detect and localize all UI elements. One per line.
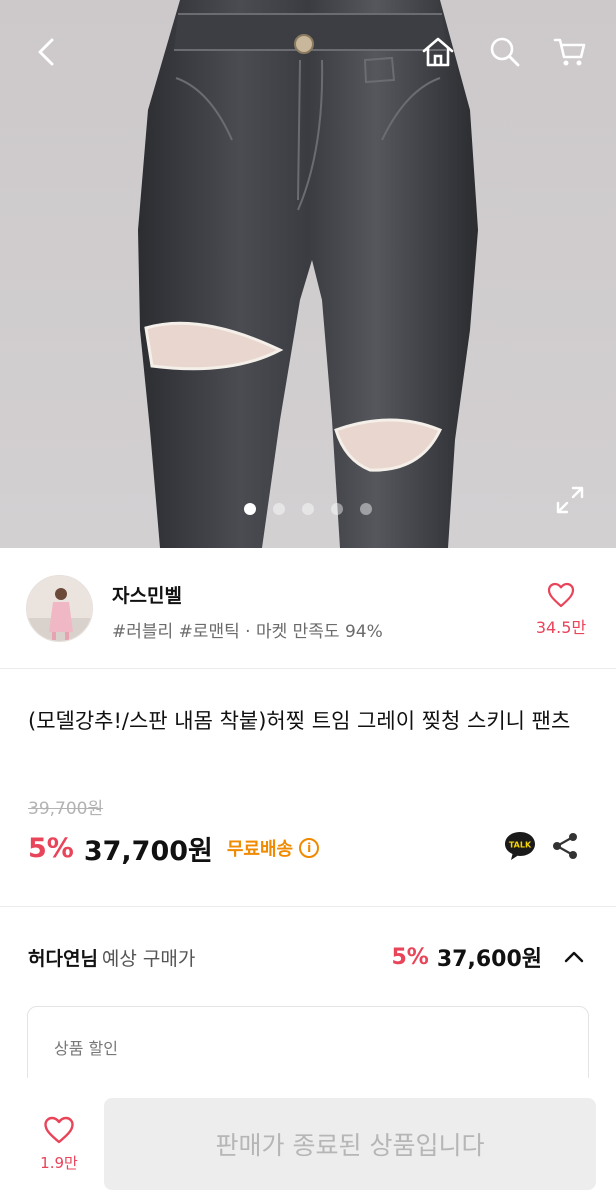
- pagination-dot[interactable]: [273, 503, 285, 515]
- back-icon: [38, 38, 54, 66]
- sale-price: 37,700원: [83, 835, 213, 867]
- bottom-action-bar: 1.9만 판매가 종료된 상품입니다: [0, 1078, 616, 1200]
- member-price-row[interactable]: 허다연님 예상 구매가 5% 37,600원: [28, 942, 586, 972]
- kakao-label: TALK: [509, 841, 532, 850]
- product-like-button[interactable]: 1.9만: [24, 1116, 94, 1173]
- pagination-dot[interactable]: [331, 503, 343, 515]
- kakao-talk-icon: TALK: [505, 832, 535, 860]
- member-name: 허다연님: [28, 947, 98, 970]
- heart-icon: [547, 582, 575, 608]
- product-photo: [0, 0, 616, 548]
- avatar-image: [27, 576, 92, 641]
- search-icon: [490, 37, 520, 67]
- shop-like-count: 34.5만: [535, 618, 587, 637]
- shipping-label: 무료배송: [226, 839, 294, 860]
- original-price: 39,700원: [28, 799, 104, 819]
- discount-rate: 5%: [28, 832, 74, 864]
- expected-price-label: 예상 구매가: [101, 947, 196, 970]
- home-button[interactable]: [416, 30, 460, 74]
- shop-info[interactable]: 자스민벨 #러블리 #로맨틱 · 마켓 만족도 94% 34.5만: [0, 548, 616, 669]
- cart-button[interactable]: [548, 30, 592, 74]
- cart-icon: [553, 38, 586, 66]
- info-icon[interactable]: i: [299, 838, 320, 858]
- product-discount-label: 상품 할인: [54, 1039, 118, 1058]
- product-image-gallery[interactable]: [0, 0, 616, 548]
- member-price-values: 5% 37,600원: [392, 941, 587, 973]
- expand-icon: [556, 486, 584, 514]
- share-icon: [553, 833, 577, 859]
- member-discount-rate: 5%: [391, 944, 429, 970]
- product-title: (모델강추!/스판 내몸 착붙)허찢 트임 그레이 찢청 스키니 팬츠: [28, 709, 571, 733]
- shop-tags: #러블리 #로맨틱 · 마켓 만족도 94%: [112, 622, 383, 642]
- expand-button[interactable]: [548, 478, 592, 522]
- sold-out-button[interactable]: 판매가 종료된 상품입니다: [104, 1098, 596, 1190]
- member-price: 37,600원: [436, 947, 542, 972]
- home-icon: [422, 37, 454, 67]
- gallery-pagination: [0, 503, 616, 517]
- shop-like-button[interactable]: 34.5만: [525, 582, 597, 638]
- pagination-dot[interactable]: [302, 503, 314, 515]
- shop-name[interactable]: 자스민벨: [112, 581, 182, 608]
- product-like-count: 1.9만: [40, 1154, 78, 1172]
- back-button[interactable]: [24, 30, 68, 74]
- kakao-talk-button[interactable]: TALK: [503, 829, 537, 863]
- product-info: (모델강추!/스판 내몸 착붙)허찢 트임 그레이 찢청 스키니 팬츠 39,7…: [0, 670, 616, 907]
- search-button[interactable]: [483, 30, 527, 74]
- shop-avatar[interactable]: [26, 575, 93, 642]
- pagination-dot[interactable]: [360, 503, 372, 515]
- share-button[interactable]: [550, 831, 580, 861]
- heart-icon: [44, 1116, 74, 1144]
- chevron-up-icon[interactable]: [562, 945, 586, 969]
- pagination-dot-active[interactable]: [244, 503, 256, 515]
- price-row: 5% 37,700원 무료배송 i: [28, 828, 320, 868]
